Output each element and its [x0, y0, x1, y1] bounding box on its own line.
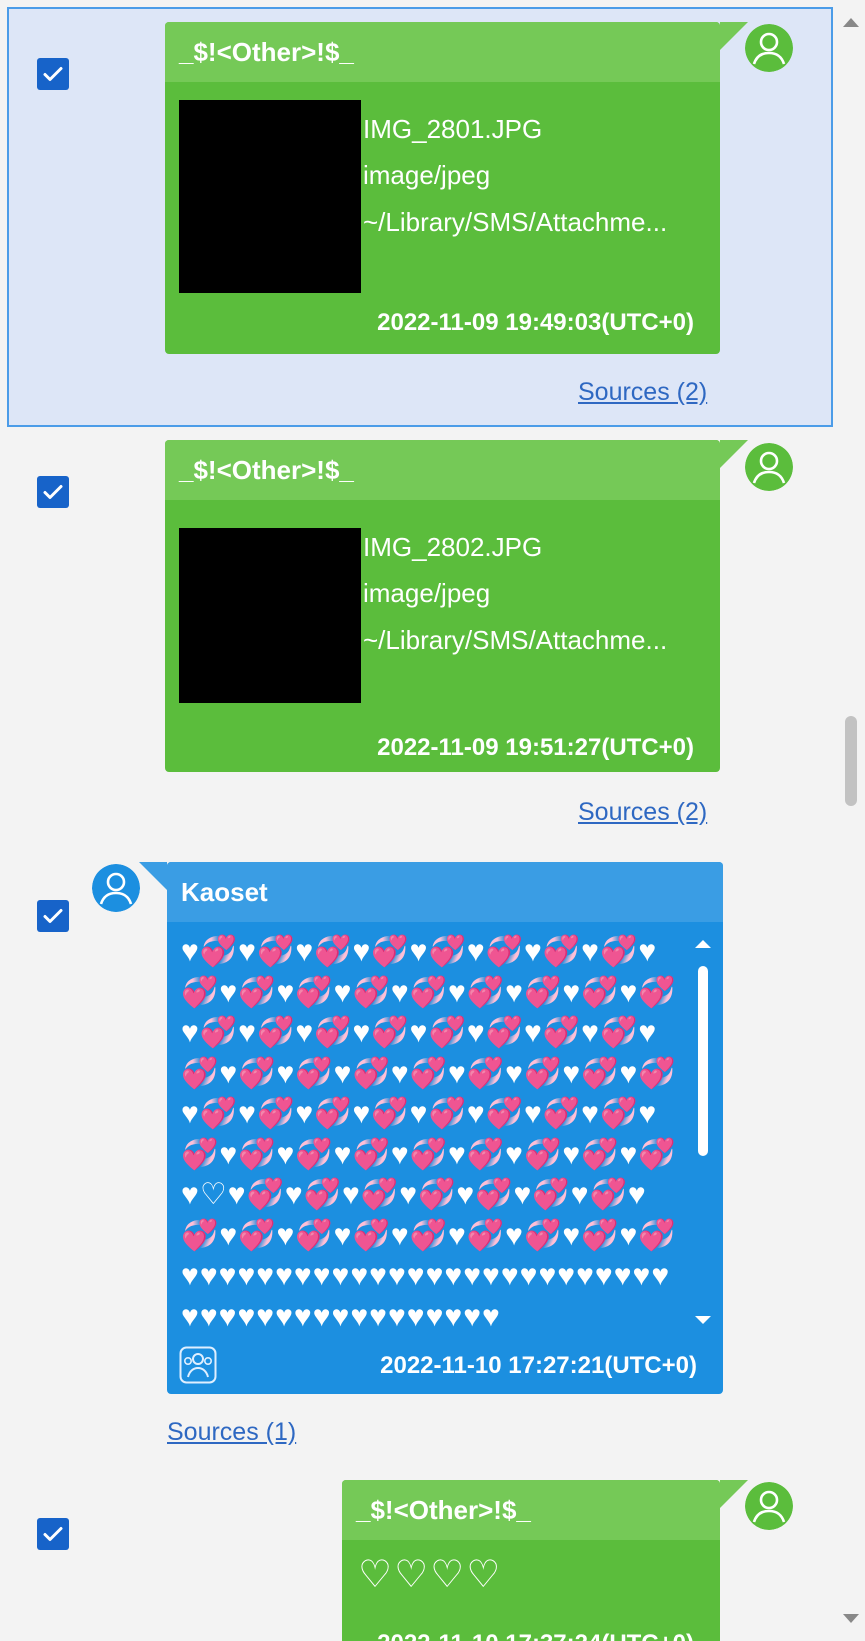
message-timestamp: 2022-11-09 19:51:27(UTC+0): [377, 734, 694, 761]
message-checkbox[interactable]: [37, 58, 69, 90]
message-scrollbar[interactable]: [693, 932, 713, 1332]
check-icon: [43, 1527, 63, 1541]
message-timestamp: 2022-11-10 17:27:21(UTC+0): [380, 1352, 697, 1379]
contact-avatar-icon: [92, 864, 140, 912]
sender-name: Kaoset: [167, 862, 723, 922]
message-checkbox[interactable]: [37, 476, 69, 508]
scroll-thumb[interactable]: [698, 966, 708, 1156]
attachment-mime: image/jpeg: [363, 578, 491, 608]
message-bubble-outgoing[interactable]: _$!<Other>!$_ IMG_2802.JPG image/jpeg ~/…: [165, 440, 748, 772]
check-icon: [43, 909, 63, 923]
attachment-filename: IMG_2802.JPG: [363, 532, 543, 562]
user-avatar-icon: [745, 1482, 793, 1530]
message-body: ♡♡♡♡: [358, 1554, 503, 1596]
message-timestamp: 2022-11-09 19:49:03(UTC+0): [377, 309, 694, 336]
group-chat-icon: [179, 1346, 217, 1384]
scroll-down-icon[interactable]: [843, 1614, 859, 1623]
sender-name: _$!<Other>!$_: [342, 1480, 720, 1540]
bubble-tail: [139, 862, 167, 890]
attachment-thumbnail[interactable]: [179, 100, 361, 293]
scroll-up-icon[interactable]: [695, 940, 711, 948]
check-icon: [43, 485, 63, 499]
message-bubble-outgoing[interactable]: _$!<Other>!$_ ♡♡♡♡ 2022-11-10 17:37:24(U…: [342, 1480, 748, 1641]
message-checkbox[interactable]: [37, 1518, 69, 1550]
message-bubble-outgoing[interactable]: _$!<Other>!$_ IMG_2801.JPG image/jpeg ~/…: [165, 22, 748, 354]
sender-name: _$!<Other>!$_: [165, 440, 720, 500]
sources-link[interactable]: Sources (2): [578, 798, 707, 827]
bubble-tail: [720, 1480, 748, 1508]
message-timestamp: 2022-11-10 17:37:24(UTC+0): [377, 1630, 694, 1641]
message-checkbox[interactable]: [37, 900, 69, 932]
sources-link[interactable]: Sources (1): [167, 1418, 296, 1447]
scroll-down-icon[interactable]: [695, 1316, 711, 1324]
attachment-filename: IMG_2801.JPG: [363, 114, 543, 144]
message-body: ♥💞♥💞♥💞♥💞♥💞♥💞♥💞♥💞♥💞♥💞♥💞♥💞♥💞♥💞♥💞♥💞♥💞♥💞♥💞♥💞…: [181, 935, 677, 1333]
attachment-mime: image/jpeg: [363, 160, 491, 190]
bubble-tail: [720, 22, 748, 50]
message-bubble-incoming[interactable]: Kaoset ♥💞♥💞♥💞♥💞♥💞♥💞♥💞♥💞♥💞♥💞♥💞♥💞♥💞♥💞♥💞♥💞♥…: [139, 862, 723, 1394]
scroll-thumb[interactable]: [845, 716, 857, 806]
attachment-path: ~/Library/SMS/Attachme...: [363, 207, 668, 237]
main-scrollbar[interactable]: [835, 0, 865, 1641]
check-icon: [43, 67, 63, 81]
attachment-path: ~/Library/SMS/Attachme...: [363, 625, 668, 655]
scroll-up-icon[interactable]: [843, 18, 859, 27]
sender-name: _$!<Other>!$_: [165, 22, 720, 82]
user-avatar-icon: [745, 24, 793, 72]
sources-link[interactable]: Sources (2): [578, 378, 707, 407]
user-avatar-icon: [745, 443, 793, 491]
attachment-thumbnail[interactable]: [179, 528, 361, 703]
bubble-tail: [720, 440, 748, 468]
